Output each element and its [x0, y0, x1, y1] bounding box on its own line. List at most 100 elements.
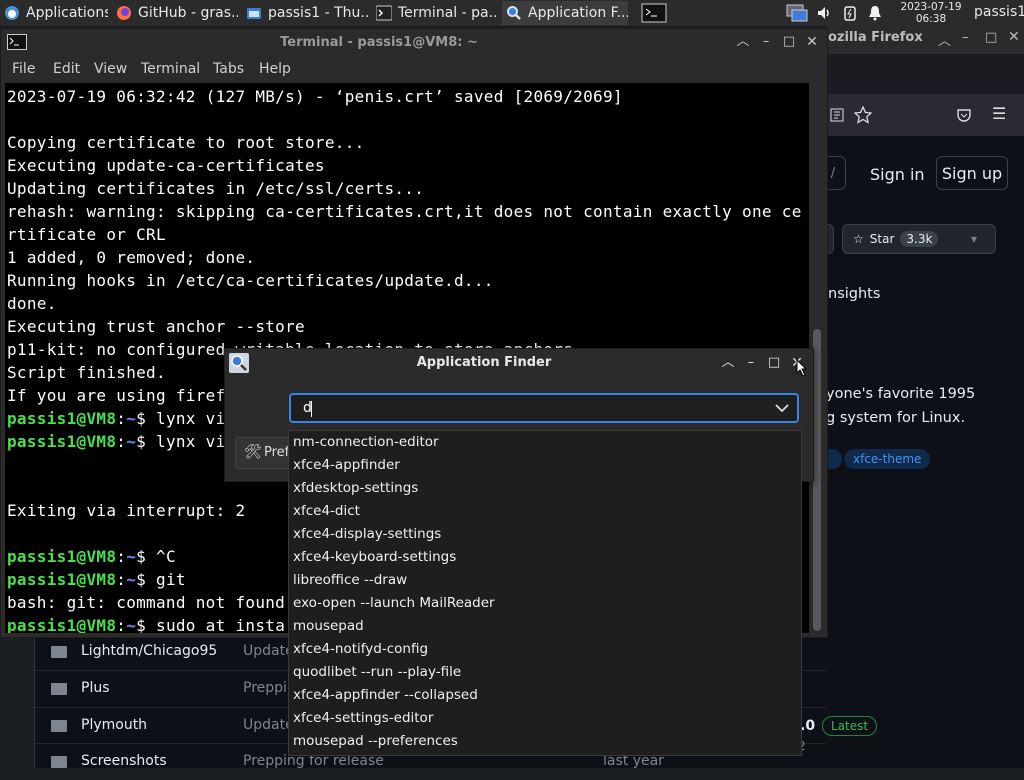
menu-view[interactable]: View — [94, 61, 127, 77]
firefox-maximize-button[interactable]: □ — [985, 30, 997, 45]
folder-icon — [51, 720, 67, 732]
list-item[interactable]: libreoffice --draw — [293, 572, 407, 588]
star-icon: ☆ — [853, 232, 864, 246]
list-item[interactable]: xfce4-settings-editor — [293, 710, 433, 726]
terminal-line: done. — [7, 294, 57, 313]
network-icon[interactable] — [786, 4, 808, 22]
file-name[interactable]: Plymouth — [81, 717, 147, 733]
terminal-line: Script finished. — [7, 363, 166, 382]
menu-terminal[interactable]: Terminal — [141, 61, 200, 77]
list-item[interactable]: xfce4-dict — [293, 503, 360, 519]
menu-help[interactable]: Help — [259, 61, 291, 77]
hamburger-menu-icon[interactable]: ☰ — [992, 104, 1006, 123]
terminal-icon — [641, 3, 667, 23]
chevron-down-icon[interactable]: ▾ — [971, 232, 977, 246]
file-name[interactable]: Screenshots — [81, 753, 167, 769]
prompt-path: ~ — [126, 616, 137, 633]
prompt-user: passis1@VM8 — [7, 616, 117, 633]
star-button[interactable]: ☆ Star 3.3k ▾ — [842, 224, 996, 254]
tab-insights[interactable]: nsights — [828, 286, 880, 302]
file-name[interactable]: Plus — [81, 680, 110, 696]
list-item[interactable]: xfdesktop-settings — [293, 480, 418, 496]
firefox-toolbar: ☰ — [826, 94, 1024, 136]
release-version[interactable]: .0 — [800, 718, 815, 734]
appfinder-completion-list: nm-connection-editor xfce4-appfinder xfd… — [288, 430, 802, 756]
sign-in-link[interactable]: Sign in — [870, 165, 925, 184]
bookmark-star-icon[interactable] — [854, 106, 872, 124]
star-count: 3.3k — [900, 231, 939, 247]
list-item[interactable]: nm-connection-editor — [293, 434, 439, 450]
taskbar-item-label: passis1 - Thu... — [268, 5, 368, 21]
terminal-line: 1 added, 0 removed; done. — [7, 248, 256, 267]
appfinder-title: Application Finder — [416, 355, 552, 370]
applications-menu-button[interactable]: Applications ☰ — [0, 1, 108, 25]
prompt-command: $ git — [136, 570, 186, 589]
chevron-down-icon[interactable] — [775, 403, 789, 413]
list-item[interactable]: exo-open --launch MailReader — [293, 595, 495, 611]
volume-icon[interactable] — [816, 5, 832, 21]
taskbar-item-appfinder[interactable]: Application F... — [502, 1, 628, 25]
terminal-maximize-button[interactable]: □ — [781, 34, 797, 50]
appfinder-minimize-button[interactable]: – — [743, 355, 759, 371]
terminal-line: Running hooks in /etc/ca-certificates/up… — [7, 271, 494, 290]
menu-file[interactable]: File — [12, 61, 35, 77]
pocket-icon[interactable] — [956, 107, 972, 123]
battery-icon[interactable] — [842, 5, 858, 21]
list-item[interactable]: xfce4-notifyd-config — [293, 641, 428, 657]
taskbar-item-github[interactable]: GitHub - gras... — [112, 1, 238, 25]
firefox-minimize-button[interactable]: – — [962, 30, 969, 45]
terminal-shade-button[interactable]: ︿ — [735, 34, 751, 50]
taskbar-item-thunar[interactable]: passis1 - Thu... — [242, 1, 368, 25]
menu-edit[interactable]: Edit — [53, 61, 80, 77]
reader-view-icon[interactable] — [830, 108, 844, 122]
topic-tag-xfce-theme[interactable]: xfce-theme — [844, 449, 931, 469]
firefox-window-title: ozilla Firefox — [828, 30, 923, 45]
sign-up-button[interactable]: Sign up — [936, 156, 1008, 190]
list-item[interactable]: xfce4-keyboard-settings — [293, 549, 456, 565]
terminal-scrollbar-thumb[interactable] — [813, 329, 821, 631]
menu-tabs[interactable]: Tabs — [213, 61, 244, 77]
terminal-prompt-line: passis1@VM8:~$ lynx vi — [7, 409, 226, 428]
commit-message[interactable]: Update — [243, 643, 294, 659]
user-menu[interactable]: passis1 — [974, 4, 1024, 20]
appfinder-maximize-button[interactable]: □ — [766, 355, 782, 371]
terminal-line: rtificate or CRL — [7, 225, 166, 244]
clock-time: 06:38 — [915, 13, 947, 25]
prompt-command: $ sudo at insta — [136, 616, 286, 633]
terminal-prompt-line: passis1@VM8:~$ git — [7, 570, 186, 589]
terminal-menubar: File Edit View Terminal Tabs Help — [1, 57, 827, 83]
terminal-line: bash: git: command not found — [7, 593, 286, 612]
list-item[interactable]: xfce4-display-settings — [293, 526, 441, 542]
clock[interactable]: 2023-07-19 06:38 — [893, 1, 969, 25]
list-item[interactable]: mousepad — [293, 618, 364, 634]
list-item[interactable]: xfce4-appfinder — [293, 457, 400, 473]
prompt-user: passis1@VM8 — [7, 570, 117, 589]
terminal-line: rehash: warning: skipping ca-certificate… — [7, 202, 802, 221]
firefox-close-button[interactable]: ✕ — [1008, 29, 1020, 45]
appfinder-search-input[interactable]: d — [289, 393, 799, 423]
terminal-close-button[interactable]: ✕ — [804, 34, 820, 50]
notification-bell-icon[interactable] — [867, 5, 883, 21]
terminal-line: Updating certificates in /etc/ssl/certs.… — [7, 179, 425, 198]
terminal-line: 2023-07-19 06:32:42 (127 MB/s) - ‘penis.… — [7, 87, 623, 106]
list-item[interactable]: quodlibet --run --play-file — [293, 664, 461, 680]
clock-date: 2023-07-19 — [900, 1, 962, 13]
commit-message[interactable]: Update — [243, 717, 294, 733]
appfinder-shade-button[interactable]: ︿ — [720, 355, 736, 371]
firefox-tabstrip — [826, 54, 1024, 94]
latest-badge: Latest — [822, 716, 878, 736]
terminal-line: Exiting via interrupt: 2 — [7, 501, 246, 520]
taskbar-item-label: Terminal - pa... — [398, 5, 498, 21]
prompt-user: passis1@VM8 — [7, 547, 117, 566]
prompt-command: $ lynx vi — [136, 432, 226, 451]
taskbar-item-terminal[interactable]: Terminal - pa... — [372, 1, 498, 25]
terminal-minimize-button[interactable]: – — [758, 34, 774, 50]
list-item[interactable]: mousepad --preferences — [293, 733, 458, 749]
text-cursor — [311, 401, 312, 417]
firefox-maximize-up-icon[interactable]: ︿ — [938, 30, 951, 49]
repo-about-line1: yone's favorite 1995 — [826, 386, 976, 402]
terminal-titlebar[interactable]: Terminal - passis1@VM8: ~ ︿ – □ ✕ — [1, 29, 827, 57]
file-name[interactable]: Lightdm/Chicago95 — [81, 643, 217, 659]
list-item[interactable]: xfce4-appfinder --collapsed — [293, 687, 478, 703]
show-desktop-button[interactable] — [638, 1, 670, 25]
